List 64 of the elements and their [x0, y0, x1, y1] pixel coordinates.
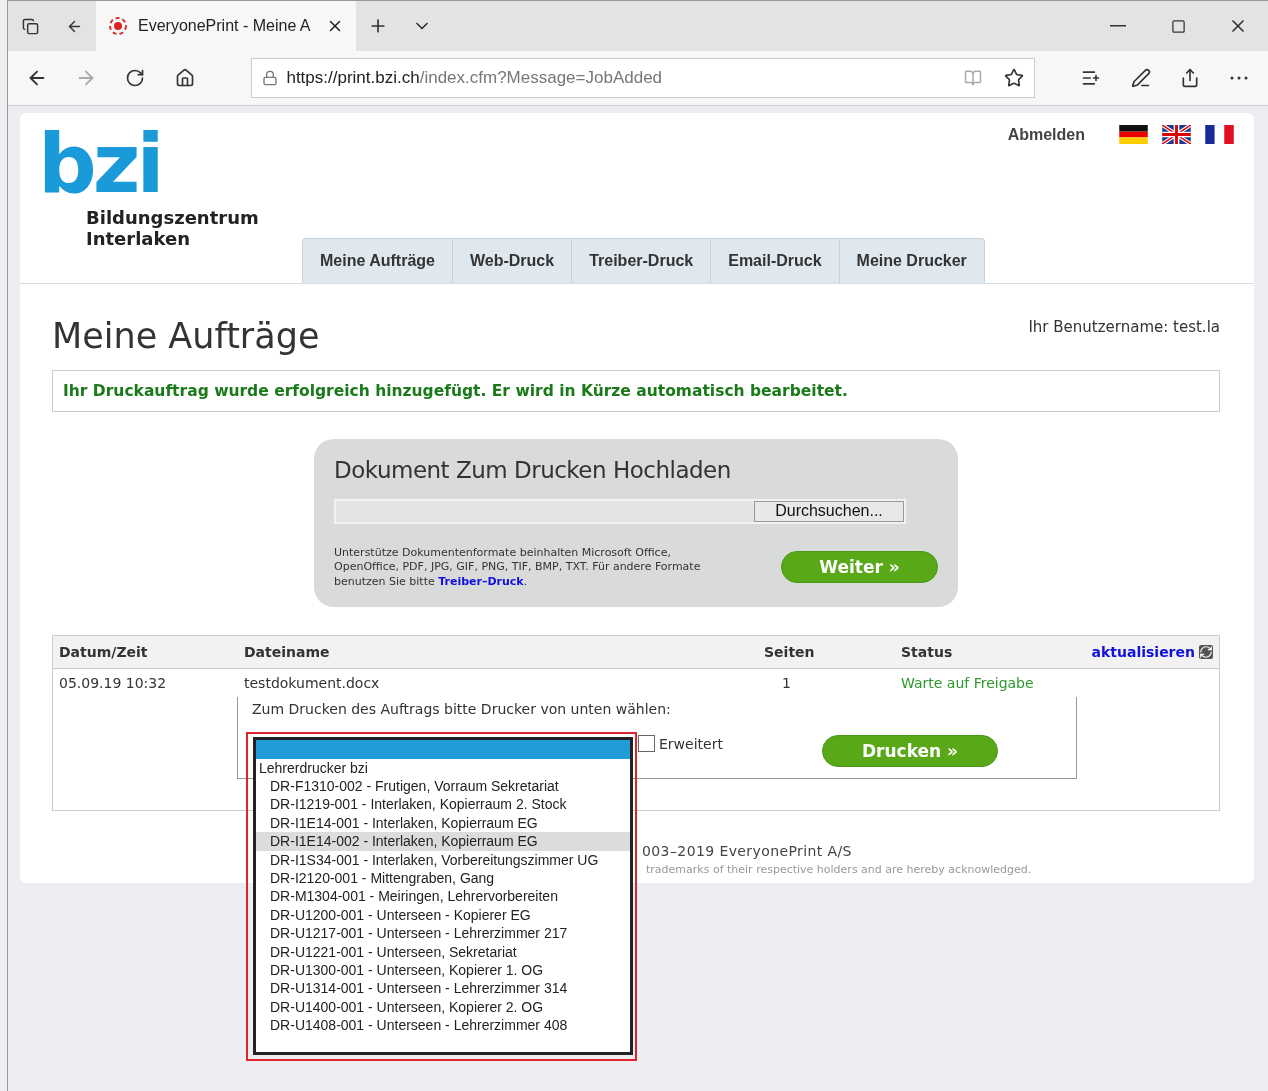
trademark-text: trademarks of their respective holders and are hereby acknowledged. [646, 863, 1032, 876]
nav-tab[interactable]: Treiber-Druck [572, 239, 712, 283]
table-cell-text: 1 [781, 675, 792, 691]
nav-tab[interactable]: Email-Druck [711, 239, 840, 283]
app-logo-icon [108, 16, 128, 36]
printer-option[interactable]: DR-I1219-001 - Interlaken, Kopierraum 2. Stock [256, 795, 630, 814]
column-header: Seiten [764, 644, 816, 660]
refresh-link[interactable]: aktualisieren [1091, 644, 1213, 660]
printer-option[interactable]: DR-I1E14-002 - Interlaken, Kopierraum EG [256, 832, 630, 851]
copyright-text: 003–2019 EveryonePrint A/S [642, 843, 852, 859]
uk-flag-icon[interactable] [1162, 125, 1191, 144]
success-message: Ihr Druckauftrag wurde erfolgreich hinzugefügt. Er wird in Kürze automatisch bearbeitet. [52, 370, 1220, 412]
advanced-checkbox[interactable]: Erweitert [638, 735, 723, 752]
share-icon [1180, 68, 1200, 88]
checkbox[interactable] [638, 735, 655, 752]
printer-option[interactable]: DR-U1400-001 - Unterseen, Kopierer 2. OG [256, 997, 630, 1017]
table-cell-text: 05.09.19 10:32 [59, 675, 168, 691]
maximize-icon [1170, 18, 1186, 34]
logo: bzi [38, 129, 161, 199]
printer-prompt: Zum Drucken des Auftrags bitte Drucker von unten wählen: [252, 701, 671, 717]
column-header: Status [901, 644, 954, 660]
printer-option[interactable]: DR-M1304-001 - Meiringen, Lehrervorbereiten [256, 887, 630, 906]
file-input[interactable]: Durchsuchen... [334, 499, 906, 524]
option-group-label: Lehrerdrucker bzi [258, 759, 369, 777]
lock-icon [262, 70, 279, 86]
page-title: Meine Aufträge [52, 316, 320, 356]
home-icon [174, 68, 195, 88]
nav-tab[interactable]: Web-Druck [453, 239, 573, 283]
refresh-icon [125, 68, 146, 88]
printer-option[interactable]: DR-U1408-001 - Unterseen - Lehrerzimmer 408 [256, 1016, 630, 1035]
column-header: Dateiname [244, 644, 331, 660]
minimize-icon [1110, 25, 1126, 27]
printer-option[interactable]: DR-U1221-001 - Unterseen, Sekretariat [256, 942, 630, 961]
printer-option[interactable]: DR-U1217-001 - Unterseen - Lehrerzimmer 217 [256, 924, 630, 943]
pen-icon [1130, 68, 1151, 88]
column-header: Datum/Zeit [59, 644, 149, 660]
printer-option[interactable]: DR-U1200-001 - Unterseen - Kopierer EG [256, 905, 630, 925]
address-bar[interactable]: https://print.bzi.ch/index.cfm?Message=JobAdded [251, 58, 1035, 98]
reading-view-icon [963, 69, 982, 87]
driver-print-link[interactable]: Treiber–Druck [438, 574, 524, 588]
nav-tab[interactable]: Meine Aufträge [303, 239, 453, 283]
browse-button[interactable]: Durchsuchen... [754, 501, 904, 522]
french-flag-icon[interactable] [1205, 125, 1234, 144]
german-flag-icon[interactable] [1119, 125, 1148, 144]
favorites-icon [1081, 68, 1102, 88]
printer-option[interactable]: DR-U1300-001 - Unterseen, Kopierer 1. OG [256, 960, 630, 980]
printer-option[interactable]: DR-I1S34-001 - Interlaken, Vorbereitungszimmer UG [256, 850, 630, 869]
printer-option[interactable]: DR-I1E14-001 - Interlaken, Kopierraum EG [256, 813, 630, 833]
tabs-icon [21, 17, 39, 35]
table-cell-text: testdokument.docx [244, 675, 381, 691]
organization-name: Bildungszentrum Interlaken [86, 207, 259, 249]
status-text: Warte auf Freigabe [901, 675, 1035, 691]
formats-note: Unterstütze Dokumentenformate beinhalten Microsoft Office, OpenOffice, PDF, JPG, GIF, PNG, TIF, BMP, TXT. Für andere Formate benutzen Sie bitte Treiber–Druck. [334, 545, 702, 589]
star-icon [1003, 68, 1024, 88]
nav-tab[interactable]: Meine Drucker [839, 239, 984, 283]
printer-option[interactable]: DR-U1314-001 - Unterseen - Lehrerzimmer 314 [256, 979, 630, 998]
upload-title: Dokument Zum Drucken Hochladen [334, 457, 732, 483]
printer-option[interactable]: DR-F1310-002 - Frutigen, Vorraum Sekretariat [256, 777, 630, 796]
printer-option[interactable]: DR-I2120-001 - Mittengraben, Gang [256, 868, 630, 888]
browser-tab[interactable]: EveryonePrint - Meine A [96, 1, 356, 51]
username-text: Ihr Benutzername: test.la [1028, 318, 1220, 336]
refresh-icon [1199, 645, 1213, 659]
more-icon [1230, 76, 1249, 80]
logout-link[interactable]: Abmelden [1007, 125, 1085, 144]
